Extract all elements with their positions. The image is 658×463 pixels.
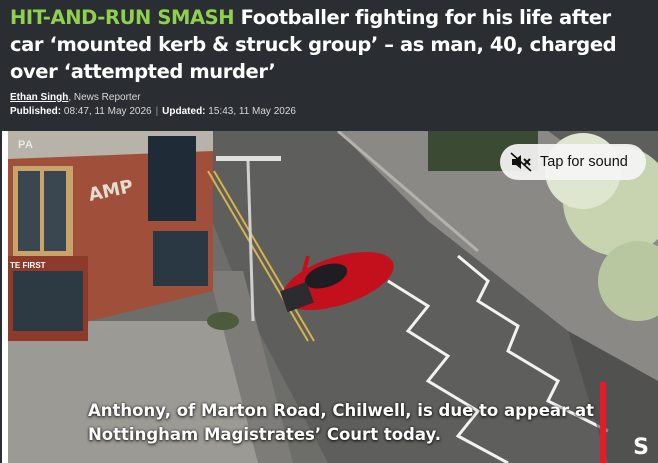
updated-date: 15:43, 11 May 2026: [208, 106, 296, 117]
agency-logo: PA: [18, 139, 34, 151]
video-player[interactable]: AMP TE FIRST PA Tap for sound Anthony, o…: [8, 131, 658, 463]
author-link[interactable]: Ethan Singh: [10, 92, 68, 103]
updated-label: Updated:: [162, 106, 206, 117]
headline-kicker: HIT-AND-RUN SMASH: [10, 6, 235, 29]
sound-button-label: Tap for sound: [540, 154, 628, 170]
publish-dates: Published: 08:47, 11 May 2026 | Updated: 1…: [10, 106, 296, 117]
article-header: HIT-AND-RUN SMASH Footballer fighting fo…: [0, 0, 658, 131]
brand-mark: S: [633, 435, 649, 460]
headline: HIT-AND-RUN SMASH Footballer fighting fo…: [10, 4, 650, 85]
speaker-muted-icon: [510, 152, 532, 172]
author-role: , News Reporter: [68, 92, 141, 103]
tap-for-sound-button[interactable]: Tap for sound: [500, 144, 646, 180]
published-label: Published:: [10, 106, 62, 117]
published-date: 08:47, 11 May 2026: [63, 106, 152, 117]
date-separator: |: [155, 106, 159, 117]
shop-sign: TE FIRST: [10, 261, 46, 270]
video-caption: Anthony, of Marton Road, Chilwell, is du…: [88, 401, 594, 444]
accent-bar: [600, 382, 606, 463]
byline: Ethan Singh, News Reporter: [10, 92, 141, 103]
